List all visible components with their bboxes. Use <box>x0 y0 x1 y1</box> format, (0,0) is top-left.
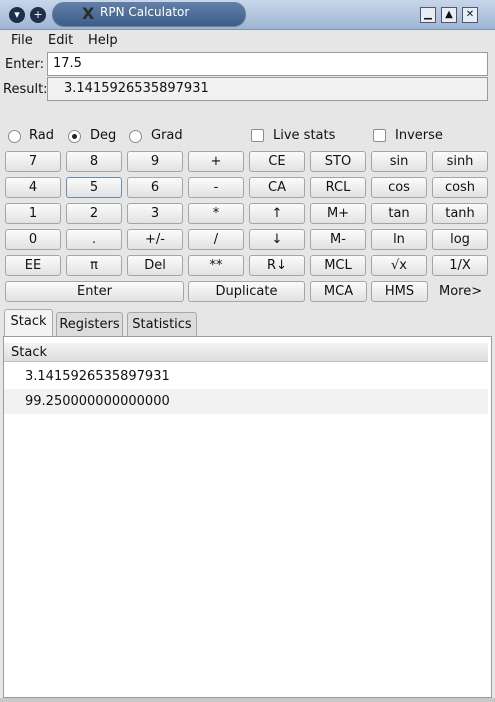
window-menu-icon[interactable]: ▾ <box>9 7 25 23</box>
enter-label: Enter: <box>5 57 45 72</box>
tab-statistics[interactable]: Statistics <box>127 312 197 337</box>
key-negate[interactable]: +/- <box>127 229 183 250</box>
radio-rad-label: Rad <box>29 128 54 143</box>
key-divide[interactable]: / <box>188 229 244 250</box>
key-6[interactable]: 6 <box>127 177 183 198</box>
hms-button[interactable]: HMS <box>371 281 428 302</box>
key-8[interactable]: 8 <box>66 151 122 172</box>
key-2[interactable]: 2 <box>66 203 122 224</box>
result-field: 3.1415926535897931 <box>47 77 488 101</box>
more-button[interactable]: More> <box>439 284 482 299</box>
window-title: RPN Calculator <box>100 5 190 19</box>
key-ce[interactable]: CE <box>249 151 305 172</box>
key-decimal[interactable]: . <box>66 229 122 250</box>
radio-grad-label: Grad <box>151 128 183 143</box>
close-icon[interactable]: ✕ <box>462 7 478 23</box>
live-stats-label: Live stats <box>273 128 336 143</box>
key-pi[interactable]: π <box>66 255 122 276</box>
key-sqrt[interactable]: √x <box>371 255 427 276</box>
key-9[interactable]: 9 <box>127 151 183 172</box>
key-roll-down[interactable]: R↓ <box>249 255 305 276</box>
tab-stack[interactable]: Stack <box>4 309 53 337</box>
key-sto[interactable]: STO <box>310 151 366 172</box>
key-1[interactable]: 1 <box>5 203 61 224</box>
key-tanh[interactable]: tanh <box>432 203 488 224</box>
result-label: Result: <box>3 82 48 97</box>
mca-button[interactable]: MCA <box>310 281 367 302</box>
key-ln[interactable]: ln <box>371 229 427 250</box>
radio-deg[interactable] <box>68 130 81 143</box>
window-bottom-edge <box>0 698 495 702</box>
key-del[interactable]: Del <box>127 255 183 276</box>
key-minus[interactable]: - <box>188 177 244 198</box>
key-m-plus[interactable]: M+ <box>310 203 366 224</box>
stack-row[interactable]: 99.250000000000000 <box>4 389 488 414</box>
key-sin[interactable]: sin <box>371 151 427 172</box>
key-4[interactable]: 4 <box>5 177 61 198</box>
duplicate-button[interactable]: Duplicate <box>188 281 305 302</box>
key-power[interactable]: ** <box>188 255 244 276</box>
key-cosh[interactable]: cosh <box>432 177 488 198</box>
key-reciprocal[interactable]: 1/X <box>432 255 488 276</box>
enter-button[interactable]: Enter <box>5 281 184 302</box>
key-m-minus[interactable]: M- <box>310 229 366 250</box>
key-5[interactable]: 5 <box>66 177 122 198</box>
stack-row[interactable]: 3.1415926535897931 <box>4 364 488 389</box>
enter-field[interactable]: 17.5 <box>47 52 488 76</box>
inverse-label: Inverse <box>395 128 443 143</box>
key-ee[interactable]: EE <box>5 255 61 276</box>
key-down[interactable]: ↓ <box>249 229 305 250</box>
key-ca[interactable]: CA <box>249 177 305 198</box>
key-log[interactable]: log <box>432 229 488 250</box>
maximize-icon[interactable]: ▲ <box>441 7 457 23</box>
key-tan[interactable]: tan <box>371 203 427 224</box>
radio-rad[interactable] <box>8 130 21 143</box>
app-icon: X <box>82 4 95 23</box>
key-sinh[interactable]: sinh <box>432 151 488 172</box>
inverse-checkbox[interactable] <box>373 129 386 142</box>
key-7[interactable]: 7 <box>5 151 61 172</box>
key-multiply[interactable]: * <box>188 203 244 224</box>
menu-bar <box>0 30 495 52</box>
minimize-icon[interactable]: ▁ <box>420 7 436 23</box>
stack-column-header: Stack <box>4 343 488 362</box>
sticky-icon[interactable]: + <box>30 7 46 23</box>
live-stats-checkbox[interactable] <box>251 129 264 142</box>
menu-help[interactable]: Help <box>88 33 118 48</box>
key-up[interactable]: ↑ <box>249 203 305 224</box>
key-cos[interactable]: cos <box>371 177 427 198</box>
menu-file[interactable]: File <box>11 33 33 48</box>
radio-deg-label: Deg <box>90 128 117 143</box>
radio-grad[interactable] <box>129 130 142 143</box>
key-0[interactable]: 0 <box>5 229 61 250</box>
key-plus[interactable]: + <box>188 151 244 172</box>
menu-edit[interactable]: Edit <box>48 33 73 48</box>
tab-registers[interactable]: Registers <box>56 312 123 337</box>
key-rcl[interactable]: RCL <box>310 177 366 198</box>
key-3[interactable]: 3 <box>127 203 183 224</box>
key-mcl[interactable]: MCL <box>310 255 366 276</box>
